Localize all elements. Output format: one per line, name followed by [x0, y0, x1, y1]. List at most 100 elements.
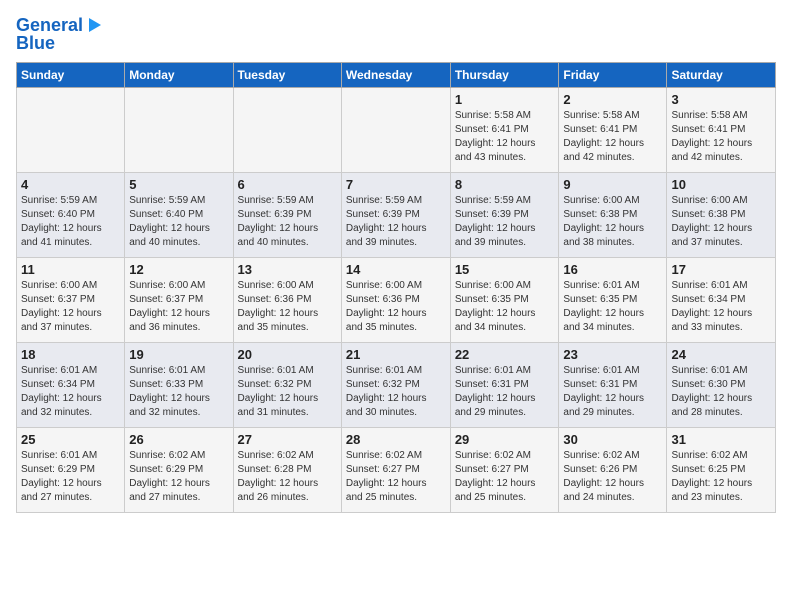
- day-number: 5: [129, 177, 228, 192]
- logo: General Blue: [16, 16, 103, 54]
- page-header: General Blue: [16, 16, 776, 54]
- column-header-tuesday: Tuesday: [233, 62, 341, 87]
- calendar-week-row: 4 Sunrise: 5:59 AM Sunset: 6:40 PM Daylig…: [17, 172, 776, 257]
- calendar-header-row: SundayMondayTuesdayWednesdayThursdayFrid…: [17, 62, 776, 87]
- column-header-monday: Monday: [125, 62, 233, 87]
- day-number: 16: [563, 262, 662, 277]
- day-info: Sunrise: 5:59 AM Sunset: 6:39 PM Dayligh…: [455, 194, 555, 250]
- day-number: 23: [563, 347, 662, 362]
- day-number: 6: [238, 177, 337, 192]
- calendar-cell: 29 Sunrise: 6:02 AM Sunset: 6:27 PM Dayli…: [450, 427, 559, 512]
- calendar-cell: 11Sunrise: 6:00 AM Sunset: 6:37 PM Dayli…: [17, 257, 125, 342]
- calendar-cell: [233, 87, 341, 172]
- day-number: 8: [455, 177, 555, 192]
- calendar-cell: 10 Sunrise: 6:00 AM Sunset: 6:38 PM Dayli…: [667, 172, 776, 257]
- day-info: Sunrise: 6:02 AM Sunset: 6:28 PM Dayligh…: [238, 449, 337, 505]
- day-info: Sunrise: 6:01 AM Sunset: 6:32 PM Dayligh…: [238, 364, 337, 420]
- calendar-week-row: 11Sunrise: 6:00 AM Sunset: 6:37 PM Dayli…: [17, 257, 776, 342]
- calendar-cell: 20 Sunrise: 6:01 AM Sunset: 6:32 PM Dayli…: [233, 342, 341, 427]
- day-info: Sunrise: 6:00 AM Sunset: 6:36 PM Dayligh…: [238, 279, 337, 335]
- calendar-cell: 18 Sunrise: 6:01 AM Sunset: 6:34 PM Dayli…: [17, 342, 125, 427]
- calendar-cell: 15 Sunrise: 6:00 AM Sunset: 6:35 PM Dayli…: [450, 257, 559, 342]
- calendar-cell: 16 Sunrise: 6:01 AM Sunset: 6:35 PM Dayli…: [559, 257, 667, 342]
- column-header-friday: Friday: [559, 62, 667, 87]
- column-header-thursday: Thursday: [450, 62, 559, 87]
- day-number: 14: [346, 262, 446, 277]
- calendar-cell: [341, 87, 450, 172]
- calendar-cell: 31Sunrise: 6:02 AM Sunset: 6:25 PM Dayli…: [667, 427, 776, 512]
- calendar-cell: 22 Sunrise: 6:01 AM Sunset: 6:31 PM Dayli…: [450, 342, 559, 427]
- day-info: Sunrise: 6:00 AM Sunset: 6:36 PM Dayligh…: [346, 279, 446, 335]
- calendar-cell: 21Sunrise: 6:01 AM Sunset: 6:32 PM Dayli…: [341, 342, 450, 427]
- day-number: 28: [346, 432, 446, 447]
- logo-arrow-icon: [85, 16, 103, 34]
- day-info: Sunrise: 6:02 AM Sunset: 6:26 PM Dayligh…: [563, 449, 662, 505]
- calendar-cell: 14 Sunrise: 6:00 AM Sunset: 6:36 PM Dayli…: [341, 257, 450, 342]
- day-info: Sunrise: 6:01 AM Sunset: 6:35 PM Dayligh…: [563, 279, 662, 335]
- day-info: Sunrise: 6:02 AM Sunset: 6:27 PM Dayligh…: [455, 449, 555, 505]
- calendar-week-row: 1 Sunrise: 5:58 AM Sunset: 6:41 PM Daylig…: [17, 87, 776, 172]
- day-info: Sunrise: 5:58 AM Sunset: 6:41 PM Dayligh…: [563, 109, 662, 165]
- calendar-cell: [125, 87, 233, 172]
- day-info: Sunrise: 6:01 AM Sunset: 6:29 PM Dayligh…: [21, 449, 120, 505]
- day-info: Sunrise: 6:01 AM Sunset: 6:33 PM Dayligh…: [129, 364, 228, 420]
- day-info: Sunrise: 6:00 AM Sunset: 6:38 PM Dayligh…: [563, 194, 662, 250]
- calendar-cell: 4 Sunrise: 5:59 AM Sunset: 6:40 PM Daylig…: [17, 172, 125, 257]
- day-info: Sunrise: 6:00 AM Sunset: 6:37 PM Dayligh…: [129, 279, 228, 335]
- calendar-week-row: 18 Sunrise: 6:01 AM Sunset: 6:34 PM Dayli…: [17, 342, 776, 427]
- day-number: 21: [346, 347, 446, 362]
- day-info: Sunrise: 6:00 AM Sunset: 6:35 PM Dayligh…: [455, 279, 555, 335]
- day-number: 17: [671, 262, 771, 277]
- day-number: 31: [671, 432, 771, 447]
- calendar-cell: 1Sunrise: 5:58 AM Sunset: 6:41 PM Daylig…: [450, 87, 559, 172]
- day-number: 18: [21, 347, 120, 362]
- day-info: Sunrise: 5:59 AM Sunset: 6:39 PM Dayligh…: [346, 194, 446, 250]
- calendar-cell: 9 Sunrise: 6:00 AM Sunset: 6:38 PM Daylig…: [559, 172, 667, 257]
- calendar-cell: 3Sunrise: 5:58 AM Sunset: 6:41 PM Daylig…: [667, 87, 776, 172]
- calendar-cell: 28 Sunrise: 6:02 AM Sunset: 6:27 PM Dayli…: [341, 427, 450, 512]
- day-info: Sunrise: 6:00 AM Sunset: 6:38 PM Dayligh…: [671, 194, 771, 250]
- day-info: Sunrise: 5:58 AM Sunset: 6:41 PM Dayligh…: [671, 109, 771, 165]
- column-header-wednesday: Wednesday: [341, 62, 450, 87]
- day-number: 20: [238, 347, 337, 362]
- day-number: 29: [455, 432, 555, 447]
- calendar-cell: 23 Sunrise: 6:01 AM Sunset: 6:31 PM Dayli…: [559, 342, 667, 427]
- calendar-cell: 13 Sunrise: 6:00 AM Sunset: 6:36 PM Dayli…: [233, 257, 341, 342]
- column-header-saturday: Saturday: [667, 62, 776, 87]
- day-number: 19: [129, 347, 228, 362]
- day-number: 27: [238, 432, 337, 447]
- day-number: 1: [455, 92, 555, 107]
- calendar-cell: 26 Sunrise: 6:02 AM Sunset: 6:29 PM Dayli…: [125, 427, 233, 512]
- calendar-table: SundayMondayTuesdayWednesdayThursdayFrid…: [16, 62, 776, 513]
- day-info: Sunrise: 5:59 AM Sunset: 6:39 PM Dayligh…: [238, 194, 337, 250]
- day-number: 26: [129, 432, 228, 447]
- day-number: 30: [563, 432, 662, 447]
- day-number: 12: [129, 262, 228, 277]
- calendar-cell: 2 Sunrise: 5:58 AM Sunset: 6:41 PM Daylig…: [559, 87, 667, 172]
- calendar-cell: [17, 87, 125, 172]
- day-info: Sunrise: 5:59 AM Sunset: 6:40 PM Dayligh…: [129, 194, 228, 250]
- day-info: Sunrise: 6:00 AM Sunset: 6:37 PM Dayligh…: [21, 279, 120, 335]
- day-info: Sunrise: 5:59 AM Sunset: 6:40 PM Dayligh…: [21, 194, 120, 250]
- calendar-cell: 19 Sunrise: 6:01 AM Sunset: 6:33 PM Dayli…: [125, 342, 233, 427]
- day-info: Sunrise: 6:01 AM Sunset: 6:31 PM Dayligh…: [563, 364, 662, 420]
- day-number: 9: [563, 177, 662, 192]
- day-number: 15: [455, 262, 555, 277]
- calendar-cell: 27 Sunrise: 6:02 AM Sunset: 6:28 PM Dayli…: [233, 427, 341, 512]
- day-number: 24: [671, 347, 771, 362]
- calendar-cell: 5 Sunrise: 5:59 AM Sunset: 6:40 PM Daylig…: [125, 172, 233, 257]
- calendar-cell: 12 Sunrise: 6:00 AM Sunset: 6:37 PM Dayli…: [125, 257, 233, 342]
- day-number: 22: [455, 347, 555, 362]
- calendar-cell: 6 Sunrise: 5:59 AM Sunset: 6:39 PM Daylig…: [233, 172, 341, 257]
- day-number: 4: [21, 177, 120, 192]
- calendar-cell: 17Sunrise: 6:01 AM Sunset: 6:34 PM Dayli…: [667, 257, 776, 342]
- calendar-cell: 24Sunrise: 6:01 AM Sunset: 6:30 PM Dayli…: [667, 342, 776, 427]
- day-number: 2: [563, 92, 662, 107]
- day-number: 13: [238, 262, 337, 277]
- day-info: Sunrise: 6:02 AM Sunset: 6:29 PM Dayligh…: [129, 449, 228, 505]
- day-info: Sunrise: 6:01 AM Sunset: 6:34 PM Dayligh…: [21, 364, 120, 420]
- day-number: 10: [671, 177, 771, 192]
- day-info: Sunrise: 6:01 AM Sunset: 6:31 PM Dayligh…: [455, 364, 555, 420]
- day-number: 7: [346, 177, 446, 192]
- day-info: Sunrise: 6:02 AM Sunset: 6:27 PM Dayligh…: [346, 449, 446, 505]
